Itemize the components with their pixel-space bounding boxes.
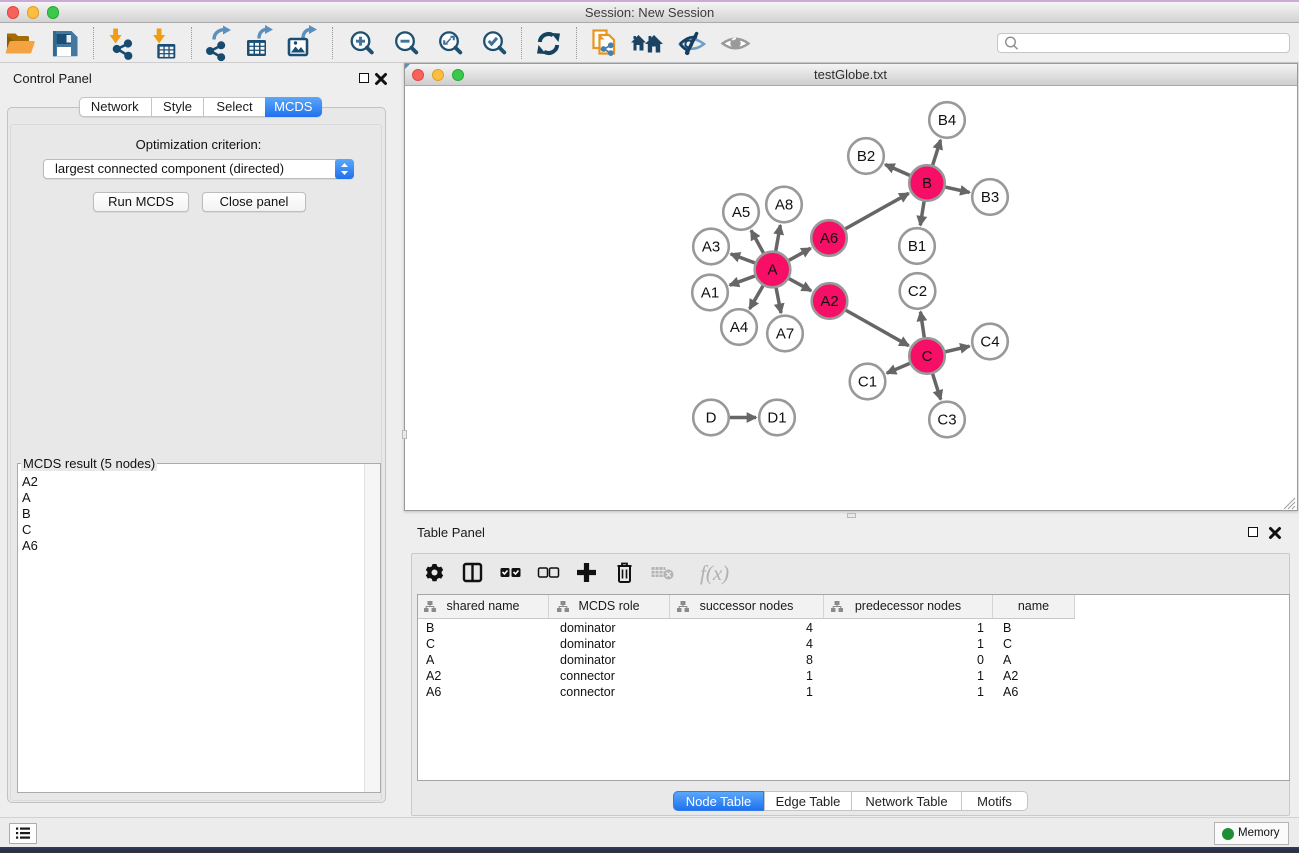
svg-text:B: B bbox=[922, 175, 932, 192]
svg-text:A5: A5 bbox=[732, 204, 750, 221]
svg-text:B4: B4 bbox=[938, 112, 956, 129]
svg-text:A: A bbox=[767, 262, 777, 279]
svg-text:A3: A3 bbox=[702, 239, 720, 256]
svg-text:C: C bbox=[922, 348, 933, 365]
svg-text:B2: B2 bbox=[857, 148, 875, 165]
svg-text:C4: C4 bbox=[980, 334, 999, 351]
svg-text:C1: C1 bbox=[858, 374, 877, 391]
svg-text:A2: A2 bbox=[820, 293, 838, 310]
svg-text:A6: A6 bbox=[820, 230, 838, 247]
svg-text:C3: C3 bbox=[937, 412, 956, 429]
svg-text:A8: A8 bbox=[775, 197, 793, 214]
svg-text:D1: D1 bbox=[767, 410, 786, 427]
svg-text:f(x): f(x) bbox=[700, 561, 729, 585]
svg-text:A4: A4 bbox=[730, 319, 748, 336]
svg-text:A1: A1 bbox=[701, 285, 719, 302]
svg-text:A7: A7 bbox=[776, 326, 794, 343]
svg-text:B1: B1 bbox=[908, 238, 926, 255]
svg-text:D: D bbox=[706, 410, 717, 427]
svg-text:C2: C2 bbox=[908, 283, 927, 300]
svg-text:B3: B3 bbox=[981, 189, 999, 206]
